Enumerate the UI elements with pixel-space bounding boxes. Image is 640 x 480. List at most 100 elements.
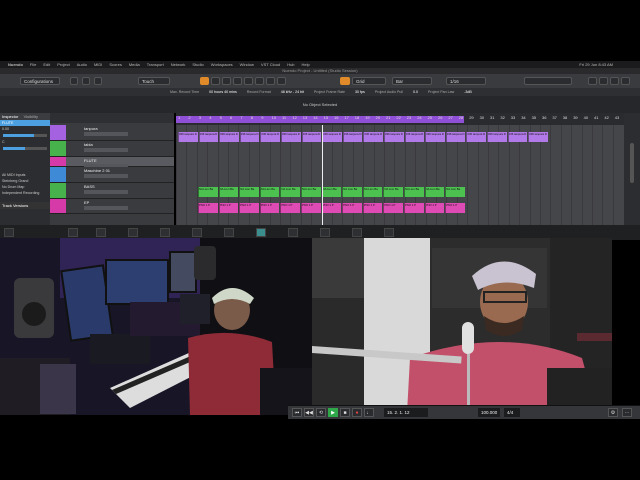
event-part[interactable]: PNO 1 P <box>259 203 280 213</box>
time-signature-display[interactable]: 4/4 <box>504 408 520 417</box>
layout-toggle-icon[interactable] <box>621 77 630 85</box>
menu-item[interactable]: Media <box>129 62 140 67</box>
event-part[interactable]: NA Lion Ba <box>280 187 300 197</box>
erase-tool-icon[interactable] <box>244 77 253 85</box>
menu-item[interactable]: Nuendo <box>8 62 23 67</box>
tempo-display[interactable]: 100.000 <box>478 408 500 417</box>
range-tool-icon[interactable] <box>211 77 220 85</box>
record-button[interactable]: ● <box>352 408 362 417</box>
glue-tool-icon[interactable] <box>233 77 242 85</box>
independent-recording-label[interactable]: Independent Recording <box>0 190 50 196</box>
track-controls[interactable] <box>84 206 128 210</box>
event-part[interactable]: 036 tanpura D <box>260 132 280 142</box>
score-icon[interactable] <box>320 228 330 237</box>
event-part[interactable]: 036 tanpura D <box>322 132 342 142</box>
event-part[interactable]: PNO 1 P <box>362 203 383 213</box>
event-part[interactable]: PNO 1 P <box>424 203 445 213</box>
event-part[interactable]: PNO 1 P <box>301 203 321 213</box>
menu-item[interactable]: Edit <box>43 62 50 67</box>
grid-size-select[interactable]: Bar <box>392 77 432 85</box>
event-part[interactable]: 036 tanpura D <box>219 132 239 142</box>
tab-visibility[interactable]: Visibility <box>24 114 38 119</box>
track-row[interactable]: tabla <box>50 141 174 157</box>
lower-zone-icon[interactable] <box>4 228 14 237</box>
track-name[interactable]: BASS <box>84 184 95 189</box>
menu-item[interactable]: Hub <box>287 62 294 67</box>
track-name[interactable]: EP <box>84 200 89 205</box>
menu-item[interactable]: Scores <box>109 62 121 67</box>
vertical-scrollbar[interactable] <box>624 113 640 225</box>
meter-icon[interactable] <box>224 228 234 237</box>
info-line-item[interactable]: 30 fps <box>355 90 365 94</box>
event-part[interactable]: 036 tanpura D <box>445 132 466 142</box>
event-part[interactable]: 036 tanpura D <box>198 132 219 142</box>
track-name[interactable]: tanpura <box>84 126 98 131</box>
scrollbar-thumb[interactable] <box>630 143 634 183</box>
key-editor-icon[interactable] <box>352 228 362 237</box>
constrain-delay-icon[interactable] <box>70 77 78 85</box>
snap-toggle-icon[interactable] <box>340 77 350 85</box>
mute-tool-icon[interactable] <box>266 77 275 85</box>
menu-items[interactable]: Nuendo File Edit Project Audio MIDI Scores Medi… <box>8 62 317 67</box>
info-line-item[interactable]: 0.0 <box>413 90 418 94</box>
event-part[interactable]: 036 tanpura D <box>342 132 363 142</box>
menu-item[interactable]: Studio <box>192 62 203 67</box>
event-part[interactable]: NA Lion Ba <box>383 187 403 197</box>
event-part[interactable]: NA Lion Ba <box>445 187 465 197</box>
menu-item[interactable]: Workspaces <box>211 62 233 67</box>
event-part[interactable]: 036 tanpura D <box>528 132 548 142</box>
pan-slider[interactable] <box>3 147 47 150</box>
event-part[interactable]: NA Lion Ba <box>321 187 342 197</box>
info-line-item[interactable]: 00 hours 40 mins <box>209 90 237 94</box>
pan-readout[interactable]: C <box>0 139 50 145</box>
mixer-icon[interactable] <box>288 228 298 237</box>
track-controls[interactable] <box>84 174 128 178</box>
event-part[interactable]: PNO 1 P <box>198 203 218 213</box>
menu-item[interactable]: Transport <box>147 62 164 67</box>
layout-right-icon[interactable] <box>610 77 619 85</box>
event-part[interactable]: 036 tanpura D <box>487 132 507 142</box>
event-part[interactable]: NA Lion Ba <box>259 187 280 197</box>
chord-pads-icon[interactable] <box>160 228 170 237</box>
rewind-icon[interactable]: ◀◀ <box>304 408 314 417</box>
split-tool-icon[interactable] <box>222 77 231 85</box>
menu-item[interactable]: Network <box>171 62 186 67</box>
event-part[interactable]: 036 tanpura D <box>425 132 445 142</box>
menu-item[interactable]: MIDI <box>94 62 102 67</box>
event-part[interactable]: 036 tanpura D <box>281 132 301 142</box>
event-part[interactable]: PNO 1 P <box>342 203 362 213</box>
draw-tool-icon[interactable] <box>277 77 286 85</box>
project-cursor[interactable] <box>322 125 323 225</box>
menu-item[interactable]: Audio <box>77 62 87 67</box>
event-part[interactable]: PNO 1 P <box>383 203 403 213</box>
metronome-icon[interactable]: ♩ <box>364 408 374 417</box>
tab-inspector[interactable]: Inspector <box>2 114 18 119</box>
event-part[interactable]: PNO 1 P <box>445 203 465 213</box>
menu-item[interactable]: Project <box>57 62 69 67</box>
event-part[interactable]: NA Lion Ba <box>342 187 362 197</box>
track-row[interactable]: Maschine 2 01 <box>50 167 174 183</box>
track-controls[interactable] <box>84 190 128 194</box>
drum-editor-icon[interactable] <box>384 228 394 237</box>
track-name[interactable]: tabla <box>84 142 93 147</box>
event-part[interactable]: 036 tanpura D <box>301 132 322 142</box>
event-part[interactable]: 036 tanpura D <box>507 132 528 142</box>
zoom-tool-icon[interactable] <box>255 77 264 85</box>
cycle-icon[interactable]: ⟲ <box>316 408 326 417</box>
mixconsole-icon[interactable] <box>68 228 78 237</box>
track-controls[interactable] <box>84 132 128 136</box>
info-line-item[interactable]: -3dB <box>464 90 472 94</box>
event-part[interactable]: 036 tanpura D <box>466 132 486 142</box>
event-part[interactable]: 036 tanpura D <box>178 132 198 142</box>
video-icon[interactable] <box>256 228 266 237</box>
event-part[interactable]: 036 tanpura D <box>404 132 425 142</box>
layout-left-icon[interactable] <box>588 77 597 85</box>
event-part[interactable]: NA Lion Ba <box>198 187 218 197</box>
event-part[interactable]: PNO 1 P <box>239 203 259 213</box>
automation-mode-select[interactable]: Touch <box>138 77 170 85</box>
editor-icon[interactable] <box>96 228 106 237</box>
event-part[interactable]: NA Lion Ba <box>218 187 239 197</box>
punch-icon[interactable] <box>94 77 102 85</box>
volume-slider[interactable] <box>3 134 47 137</box>
event-part[interactable]: 036 tanpura D <box>239 132 260 142</box>
